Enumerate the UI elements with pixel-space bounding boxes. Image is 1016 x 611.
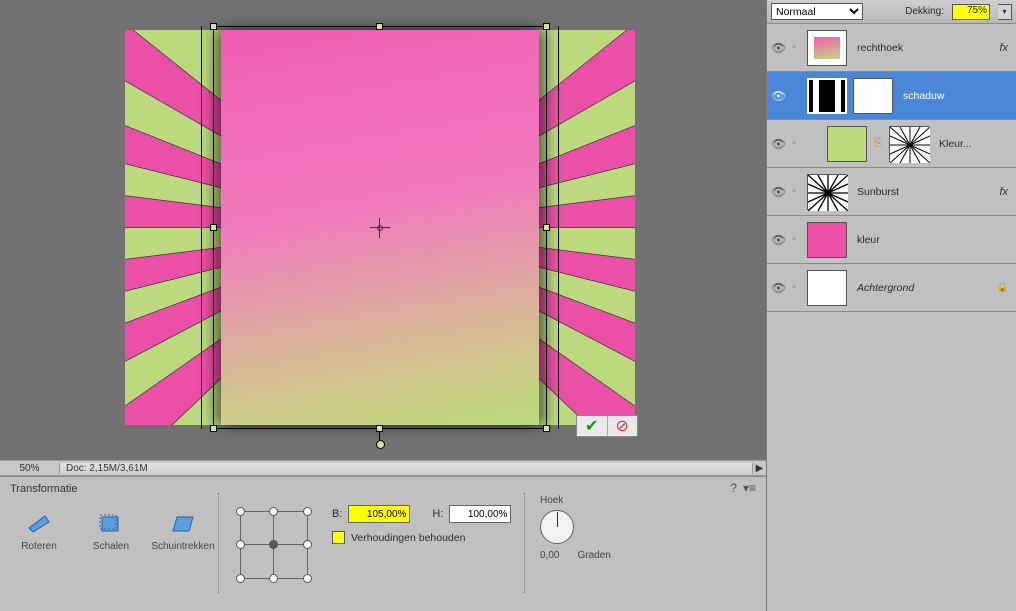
anchor-ml[interactable] xyxy=(236,540,245,549)
scale-label: Schalen xyxy=(93,541,129,552)
transform-options-panel: ? ▾≡ Transformatie Roteren Schalen Schui… xyxy=(0,476,766,611)
blend-mode-select[interactable]: Normaal xyxy=(771,3,863,20)
handle-top-center[interactable] xyxy=(376,23,383,30)
layer-thumb[interactable] xyxy=(807,222,847,258)
skew-label: Schuintrekken xyxy=(151,541,214,552)
angle-dial[interactable] xyxy=(540,510,574,544)
lock-slot[interactable]: ∘ xyxy=(791,90,801,101)
layer-row[interactable]: 👁 ∘ kleur xyxy=(767,216,1016,264)
visibility-toggle-icon[interactable]: 👁 xyxy=(771,233,785,247)
fx-badge[interactable]: fx xyxy=(999,42,1012,54)
layer-thumb[interactable] xyxy=(807,174,847,210)
constrain-checkbox[interactable] xyxy=(332,531,345,544)
doc-info: Doc: 2,15M/3,61M xyxy=(60,463,752,474)
status-bar: 50% Doc: 2,15M/3,61M ▶ xyxy=(0,460,766,476)
anchor-br[interactable] xyxy=(303,574,312,583)
cancel-button[interactable]: ⊘ xyxy=(607,416,638,436)
guide-line xyxy=(558,26,559,429)
height-label: H: xyxy=(432,508,443,520)
panel-menu-icon[interactable]: ▾≡ xyxy=(743,481,756,495)
layer-name[interactable]: Kleur... xyxy=(935,138,1012,150)
layer-thumb[interactable] xyxy=(807,270,847,306)
anchor-tl[interactable] xyxy=(236,507,245,516)
layer-name[interactable]: kleur xyxy=(853,234,1012,246)
angle-label: Hoek xyxy=(540,495,620,506)
layer-name[interactable]: rechthoek xyxy=(853,42,993,54)
layers-panel: Normaal Dekking: 75% ▾ 👁 ∘ rechthoek fx 👁… xyxy=(766,0,1016,611)
help-icon[interactable]: ? xyxy=(730,481,737,495)
guide-line xyxy=(201,26,202,429)
anchor-bc[interactable] xyxy=(269,574,278,583)
rotate-handle[interactable] xyxy=(379,432,380,442)
layer-name[interactable]: Achtergrond xyxy=(853,282,990,294)
lock-slot[interactable]: ∘ xyxy=(791,234,801,245)
commit-button[interactable]: ✔ xyxy=(577,416,607,436)
lock-slot[interactable]: ∘ xyxy=(791,42,801,53)
angle-value[interactable]: 0,00 xyxy=(540,550,559,561)
rotate-icon xyxy=(25,513,53,535)
anchor-tr[interactable] xyxy=(303,507,312,516)
canvas-area[interactable]: ✔ ⊘ xyxy=(0,0,766,460)
layer-thumb[interactable] xyxy=(807,78,847,114)
visibility-toggle-icon[interactable]: 👁 xyxy=(771,137,785,151)
width-field[interactable] xyxy=(348,505,410,523)
rotate-label: Roteren xyxy=(21,541,57,552)
panel-title: Transformatie xyxy=(10,483,756,495)
handle-top-right[interactable] xyxy=(543,23,550,30)
opacity-field[interactable]: 75% xyxy=(952,4,990,20)
lock-slot[interactable]: ∘ xyxy=(791,138,801,149)
lock-icon: 🔒 xyxy=(996,282,1012,293)
transform-confirm-bar: ✔ ⊘ xyxy=(576,415,638,437)
width-label: B: xyxy=(332,508,342,520)
doc-info-menu-icon[interactable]: ▶ xyxy=(752,463,766,474)
handle-bottom-right[interactable] xyxy=(543,425,550,432)
layer-row[interactable]: 👁 ∘ ⎘ Kleur... xyxy=(767,120,1016,168)
layer-row[interactable]: 👁 ∘ rechthoek fx xyxy=(767,24,1016,72)
visibility-toggle-icon[interactable]: 👁 xyxy=(771,41,785,55)
layer-row[interactable]: 👁 ∘ schaduw xyxy=(767,72,1016,120)
scale-tool[interactable]: Schalen xyxy=(84,513,138,552)
layer-thumb[interactable] xyxy=(827,126,867,162)
anchor-center[interactable] xyxy=(269,540,278,549)
layer-mask-thumb[interactable] xyxy=(853,78,893,114)
layer-row[interactable]: 👁 ∘ Sunburst fx xyxy=(767,168,1016,216)
layer-thumb[interactable] xyxy=(807,30,847,66)
fx-badge[interactable]: fx xyxy=(999,186,1012,198)
handle-top-left[interactable] xyxy=(210,23,217,30)
rotate-tool[interactable]: Roteren xyxy=(12,513,66,552)
skew-icon xyxy=(169,513,197,535)
layer-row[interactable]: 👁 ∘ Achtergrond 🔒 xyxy=(767,264,1016,312)
anchor-bl[interactable] xyxy=(236,574,245,583)
handle-bottom-center[interactable] xyxy=(376,425,383,432)
scale-icon xyxy=(97,513,125,535)
layer-name[interactable]: schaduw xyxy=(899,90,1012,102)
visibility-toggle-icon[interactable]: 👁 xyxy=(771,185,785,199)
gradient-rectangle xyxy=(221,30,539,425)
visibility-toggle-icon[interactable]: 👁 xyxy=(771,281,785,295)
height-field[interactable] xyxy=(449,505,511,523)
angle-unit: Graden xyxy=(577,550,610,561)
opacity-dropdown-icon[interactable]: ▾ xyxy=(998,4,1012,20)
anchor-tc[interactable] xyxy=(269,507,278,516)
lock-slot[interactable]: ∘ xyxy=(791,282,801,293)
visibility-toggle-icon[interactable]: 👁 xyxy=(771,89,785,103)
zoom-level[interactable]: 50% xyxy=(0,463,60,474)
handle-bottom-left[interactable] xyxy=(210,425,217,432)
layer-mask-thumb[interactable] xyxy=(889,126,929,162)
opacity-label: Dekking: xyxy=(905,6,944,17)
reference-point-grid[interactable] xyxy=(236,507,312,583)
constrain-label: Verhoudingen behouden xyxy=(351,532,465,544)
anchor-mr[interactable] xyxy=(303,540,312,549)
lock-slot[interactable]: ∘ xyxy=(791,186,801,197)
skew-tool[interactable]: Schuintrekken xyxy=(156,513,210,552)
layer-name[interactable]: Sunburst xyxy=(853,186,993,198)
clip-indicator-icon: ⎘ xyxy=(873,137,883,150)
